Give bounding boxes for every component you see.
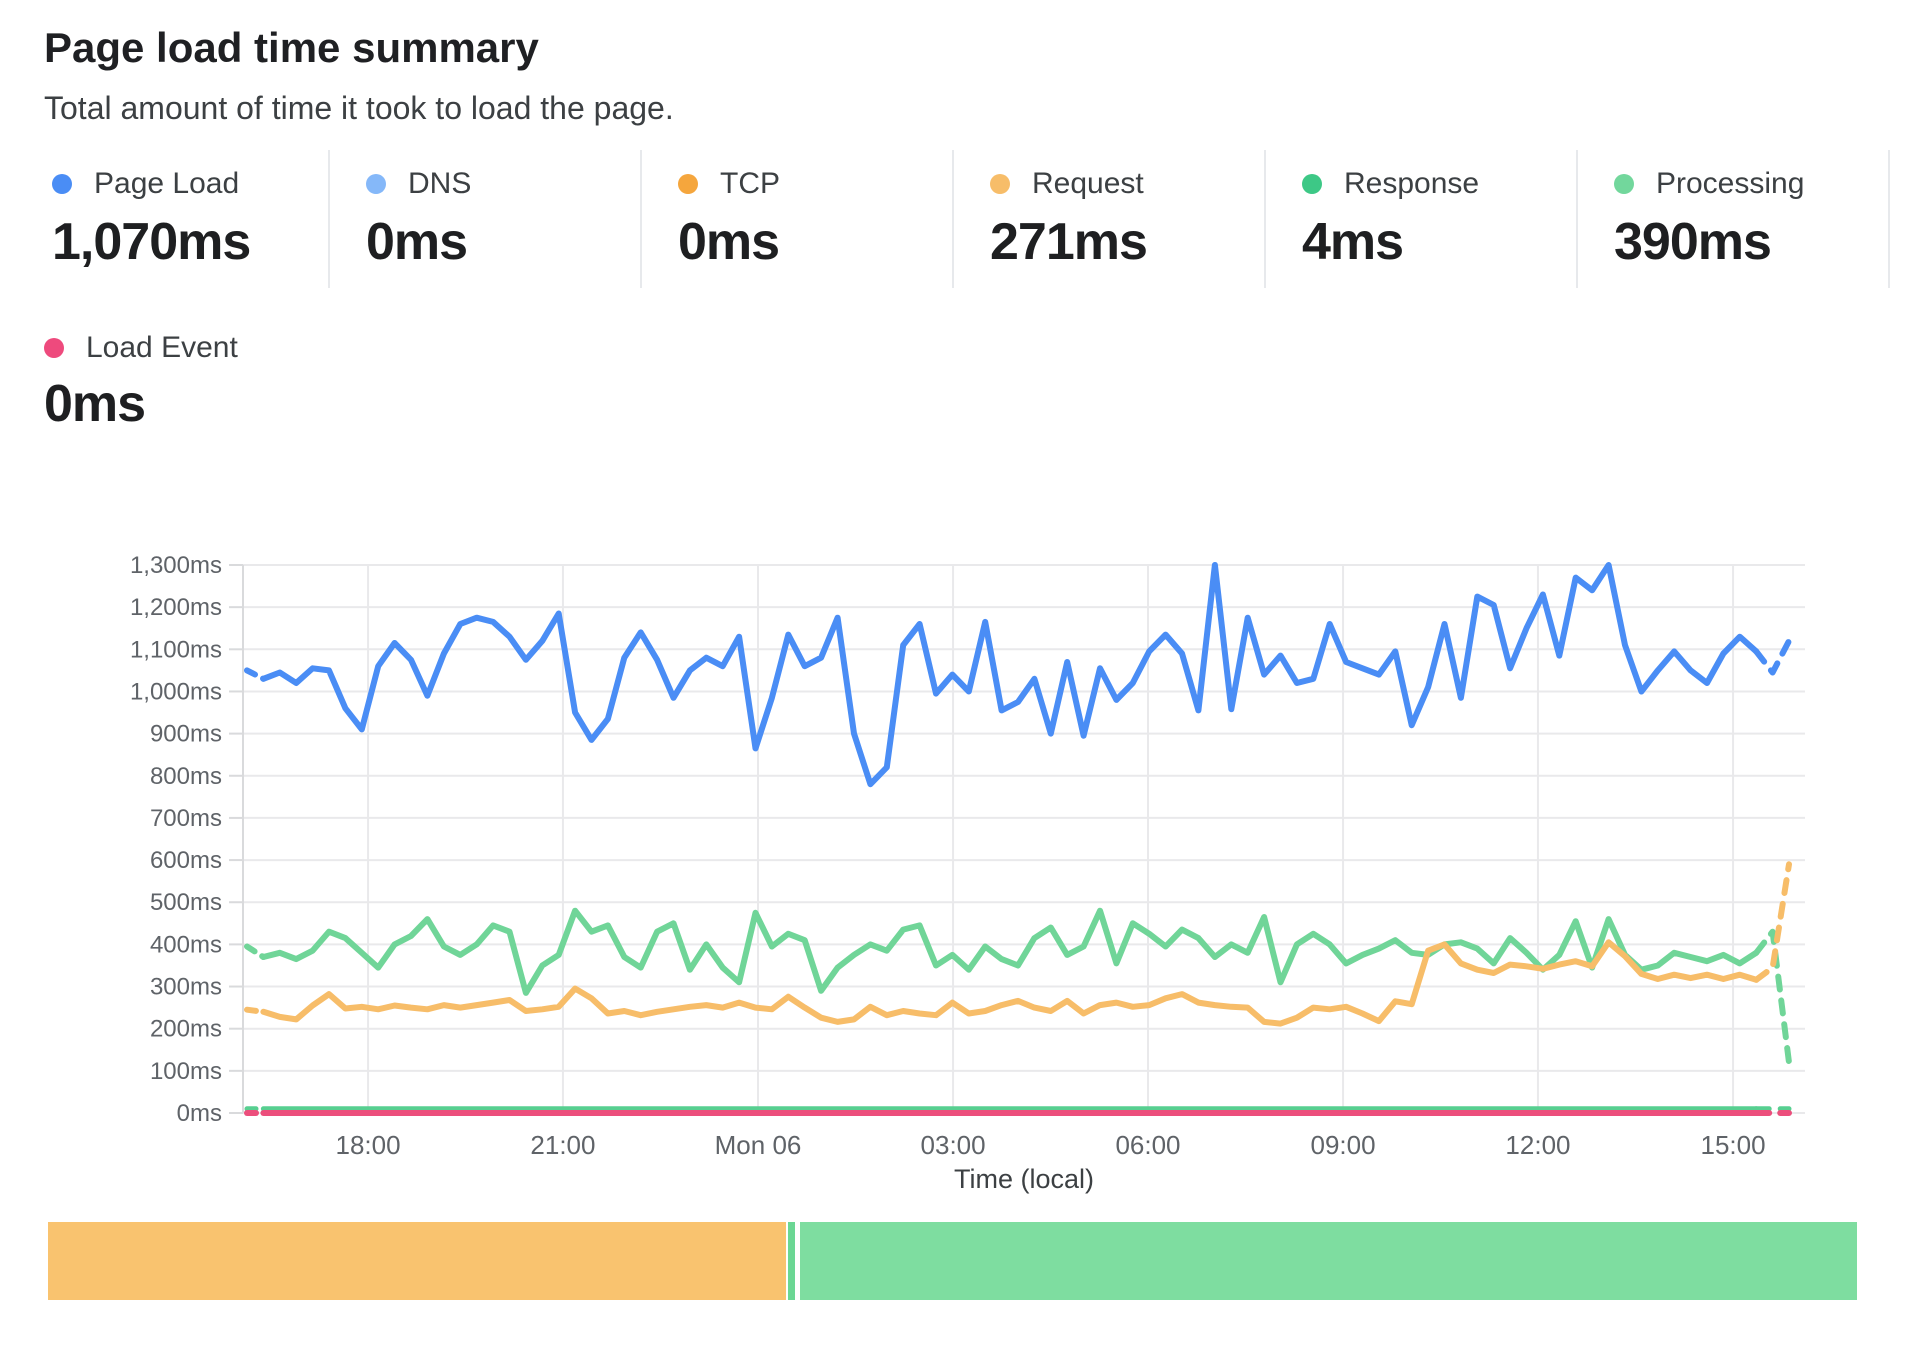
y-axis-tick-label: 100ms: [150, 1058, 222, 1085]
y-axis-tick-label: 400ms: [150, 931, 222, 958]
status-timeline-bar[interactable]: [48, 1222, 1857, 1300]
status-segment: [800, 1222, 1857, 1300]
x-axis-tick-label: 12:00: [1505, 1130, 1570, 1160]
x-axis-tick-label: 21:00: [530, 1130, 595, 1160]
x-axis-tick-label: 03:00: [921, 1130, 986, 1160]
x-axis-title: Time (local): [954, 1164, 1094, 1194]
y-axis-tick-label: 1,100ms: [130, 636, 222, 663]
y-axis-tick-label: 800ms: [150, 763, 222, 790]
status-segment: [48, 1222, 786, 1300]
y-axis-tick-label: 1,200ms: [130, 594, 222, 621]
x-axis-tick-label: 18:00: [336, 1130, 401, 1160]
y-axis-tick-label: 600ms: [150, 847, 222, 874]
y-axis-tick-label: 0ms: [177, 1100, 222, 1127]
y-axis-tick-label: 200ms: [150, 1016, 222, 1043]
chart-plot-area[interactable]: [243, 565, 1805, 1113]
x-axis-tick-label: 09:00: [1311, 1130, 1376, 1160]
timeseries-chart: 0ms 100ms 200ms 300ms 400ms 500ms 600ms 700ms 80…: [0, 0, 1910, 1352]
status-segment: [788, 1222, 795, 1300]
y-axis-tick-label: 900ms: [150, 721, 222, 748]
y-axis-tick-label: 300ms: [150, 974, 222, 1001]
y-axis-tick-label: 700ms: [150, 805, 222, 832]
x-axis-tick-label: Mon 06: [715, 1130, 802, 1160]
x-axis-tick-label: 15:00: [1700, 1130, 1765, 1160]
y-axis-tick-label: 1,300ms: [130, 552, 222, 579]
page-load-summary-panel: Page load time summary Total amount of t…: [0, 0, 1910, 1352]
x-axis-tick-label: 06:00: [1115, 1130, 1180, 1160]
y-axis-tick-label: 1,000ms: [130, 678, 222, 705]
y-axis-tick-label: 500ms: [150, 889, 222, 916]
